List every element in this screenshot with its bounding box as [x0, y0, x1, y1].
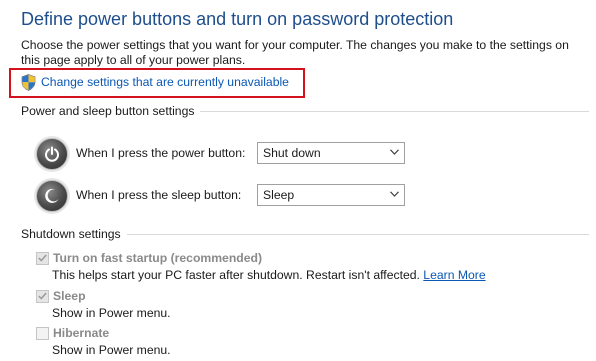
sleep-option-label: Sleep: [53, 289, 86, 303]
power-sleep-section-header: Power and sleep button settings: [21, 104, 589, 118]
checkmark-icon: [38, 292, 47, 300]
sleep-button-label: When I press the sleep button:: [76, 188, 242, 202]
section-divider: [200, 110, 589, 112]
change-settings-label: Change settings that are currently unava…: [41, 75, 289, 89]
power-sleep-heading: Power and sleep button settings: [21, 104, 195, 118]
hibernate-checkbox[interactable]: [36, 326, 49, 340]
shutdown-section-header: Shutdown settings: [21, 227, 589, 241]
section-divider: [126, 233, 589, 235]
fast-startup-checkbox[interactable]: [36, 251, 49, 265]
change-settings-link[interactable]: Change settings that are currently unava…: [21, 73, 289, 91]
fast-startup-description-text: This helps start your PC faster after sh…: [52, 268, 420, 282]
chevron-down-icon: [390, 191, 399, 197]
power-icon: [36, 138, 68, 170]
power-button-select[interactable]: Shut down: [257, 142, 405, 164]
sleep-icon: [36, 180, 68, 212]
shutdown-heading: Shutdown settings: [21, 227, 121, 241]
sleep-button-select[interactable]: Sleep: [257, 184, 405, 206]
hibernate-option-description: Show in Power menu.: [52, 343, 171, 357]
hibernate-option-label: Hibernate: [53, 326, 110, 340]
fast-startup-row: Turn on fast startup (recommended): [36, 251, 262, 265]
shield-icon: [21, 73, 36, 91]
power-button-label: When I press the power button:: [76, 146, 246, 160]
intro-text: Choose the power settings that you want …: [21, 38, 569, 67]
fast-startup-label: Turn on fast startup (recommended): [53, 251, 263, 265]
fast-startup-description: This helps start your PC faster after sh…: [52, 268, 486, 282]
sleep-button-value: Sleep: [263, 188, 295, 202]
sleep-option-row: Sleep: [36, 289, 86, 303]
sleep-button-row: When I press the sleep button: Sleep: [36, 180, 405, 212]
sleep-option-description: Show in Power menu.: [52, 306, 171, 320]
checkmark-icon: [38, 254, 47, 262]
learn-more-link[interactable]: Learn More: [423, 268, 485, 282]
sleep-checkbox[interactable]: [36, 289, 49, 303]
page-title: Define power buttons and turn on passwor…: [21, 9, 454, 29]
power-button-value: Shut down: [263, 146, 321, 160]
hibernate-option-row: Hibernate: [36, 326, 109, 340]
chevron-down-icon: [390, 149, 399, 155]
power-button-row: When I press the power button: Shut down: [36, 138, 405, 170]
